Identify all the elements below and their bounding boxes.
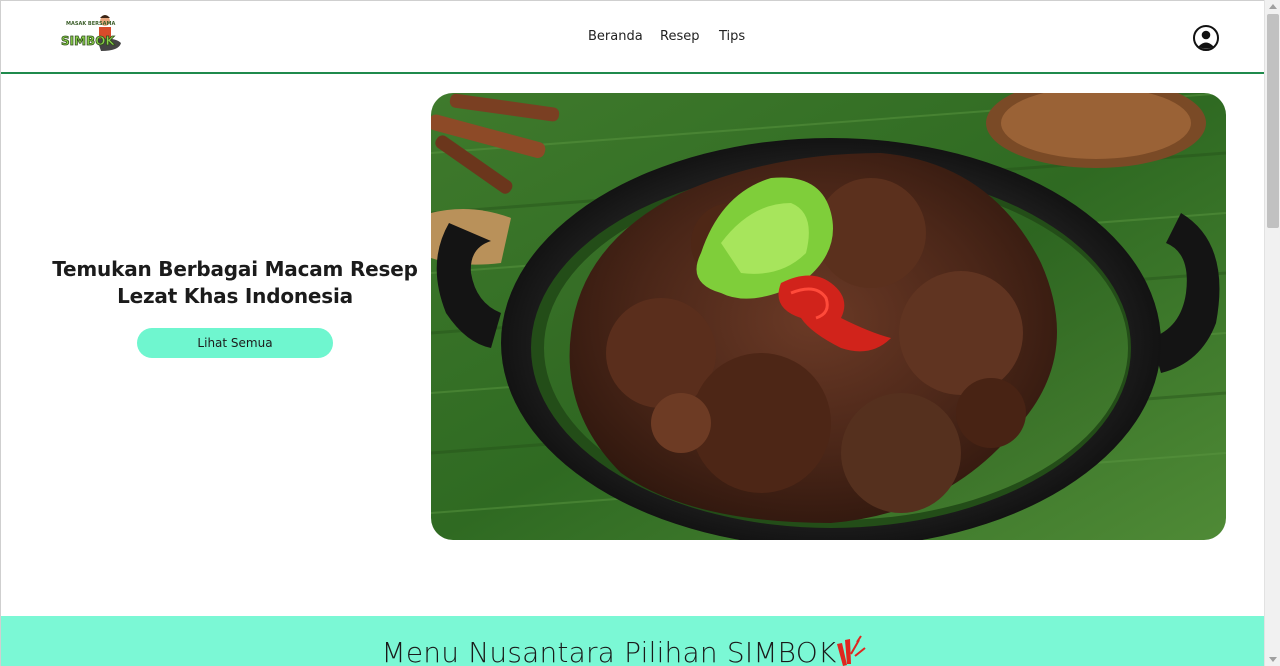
scroll-down-arrow-icon[interactable] [1269, 657, 1277, 662]
hero-title-line2: Lezat Khas Indonesia [117, 284, 353, 308]
nav-beranda[interactable]: Beranda [588, 29, 643, 44]
menu-section: Menu Nusantara Pilihan SIMBOK [1, 616, 1264, 666]
logo-top-text: MASAK BERSAMA [66, 21, 115, 27]
hero-title-line1: Temukan Berbagai Macam Resep [52, 257, 418, 281]
hero-image [431, 93, 1226, 540]
nav-tips[interactable]: Tips [719, 29, 745, 44]
vertical-scrollbar[interactable] [1264, 0, 1280, 666]
page: MASAK BERSAMA SIMBOK Beranda Resep Tips … [0, 0, 1264, 666]
hero-text: Temukan Berbagai Macam Resep Lezat Khas … [41, 256, 429, 358]
simbok-logo[interactable]: MASAK BERSAMA SIMBOK [57, 11, 123, 55]
section-title: Menu Nusantara Pilihan SIMBOK [1, 636, 1264, 666]
rendang-dish-photo [431, 93, 1226, 540]
hero-title: Temukan Berbagai Macam Resep Lezat Khas … [41, 256, 429, 310]
scroll-thumb[interactable] [1267, 14, 1279, 228]
logo-main-text: SIMBOK [61, 34, 115, 48]
section-title-text: Menu Nusantara Pilihan SIMBOK [381, 636, 837, 666]
navbar: MASAK BERSAMA SIMBOK Beranda Resep Tips [1, 1, 1264, 74]
chili-sparkle-icon [837, 635, 866, 666]
user-circle-icon[interactable] [1192, 24, 1220, 52]
see-all-button[interactable]: Lihat Semua [137, 328, 333, 358]
scroll-up-arrow-icon[interactable] [1269, 4, 1277, 9]
nav-resep[interactable]: Resep [660, 29, 699, 44]
